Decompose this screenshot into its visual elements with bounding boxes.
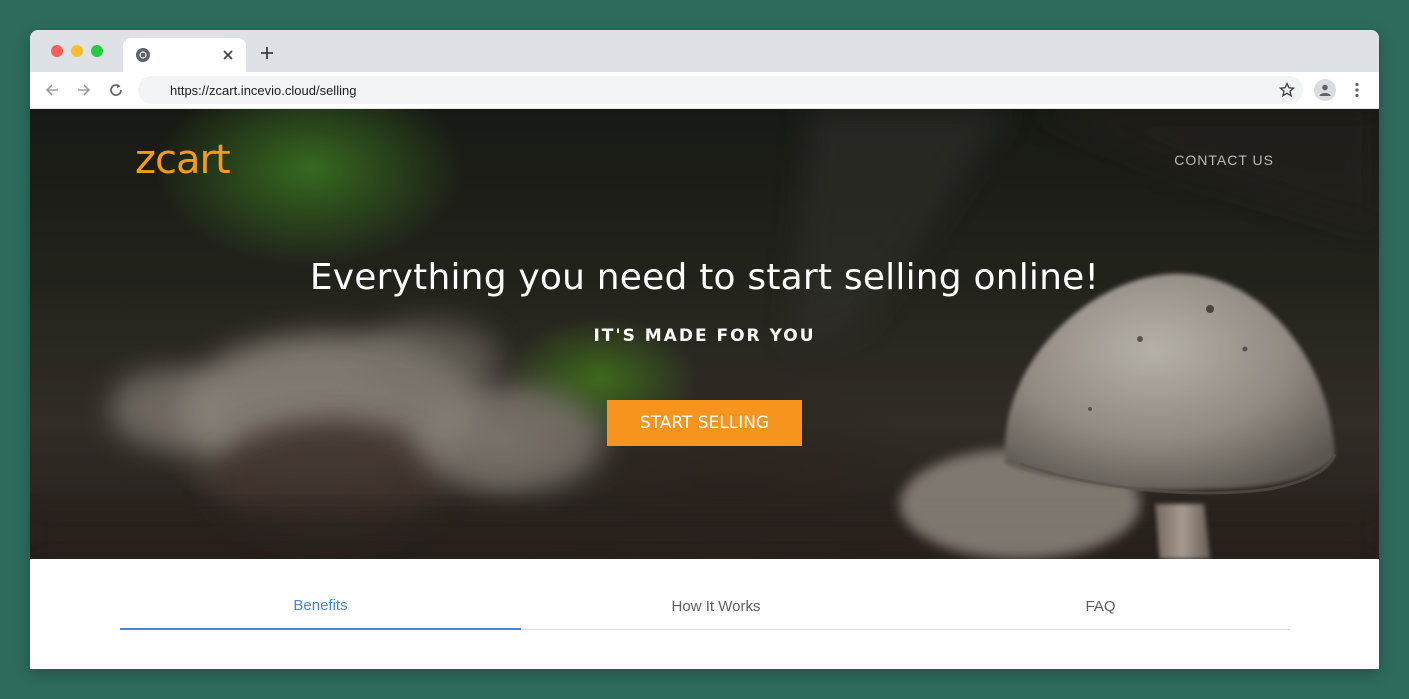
tab-faq[interactable]: FAQ xyxy=(911,582,1290,630)
browser-window: https://zcart.incevio.cloud/selling zcar… xyxy=(30,30,1379,669)
hero-subheadline: IT'S MADE FOR YOU xyxy=(593,326,816,346)
minimize-window-button[interactable] xyxy=(71,45,83,57)
hero-headline: Everything you need to start selling onl… xyxy=(309,257,1100,298)
kebab-menu-icon xyxy=(1355,82,1359,98)
close-tab-icon[interactable] xyxy=(219,46,237,64)
tab-benefits[interactable]: Benefits xyxy=(120,582,521,630)
maximize-window-button[interactable] xyxy=(91,45,103,57)
plus-icon xyxy=(261,47,273,59)
contact-us-link[interactable]: CONTACT US xyxy=(1174,152,1274,168)
tab-strip xyxy=(30,30,1379,72)
start-selling-button[interactable]: START SELLING xyxy=(607,400,802,446)
content-tab-bar: Benefits How It Works FAQ xyxy=(120,582,1290,630)
address-bar[interactable]: https://zcart.incevio.cloud/selling xyxy=(138,76,1303,104)
person-icon xyxy=(1319,84,1331,96)
reload-button[interactable] xyxy=(106,80,126,100)
hero-section: zcart CONTACT US Everything you need to … xyxy=(30,109,1379,559)
new-tab-button[interactable] xyxy=(258,44,276,62)
star-icon[interactable] xyxy=(1279,82,1295,98)
url-text[interactable]: https://zcart.incevio.cloud/selling xyxy=(170,83,356,98)
arrow-left-icon xyxy=(45,84,58,96)
reload-icon xyxy=(110,84,122,96)
browser-menu-button[interactable] xyxy=(1347,80,1367,100)
browser-tab[interactable] xyxy=(123,38,246,72)
zcart-logo[interactable]: zcart xyxy=(135,137,231,183)
chrome-icon xyxy=(136,48,150,62)
arrow-right-icon xyxy=(78,84,91,96)
browser-toolbar: https://zcart.incevio.cloud/selling xyxy=(30,72,1379,109)
close-window-button[interactable] xyxy=(51,45,63,57)
tab-how-it-works[interactable]: How It Works xyxy=(521,582,911,630)
profile-button[interactable] xyxy=(1314,79,1336,101)
back-button[interactable] xyxy=(42,80,62,100)
forward-button[interactable] xyxy=(74,80,94,100)
